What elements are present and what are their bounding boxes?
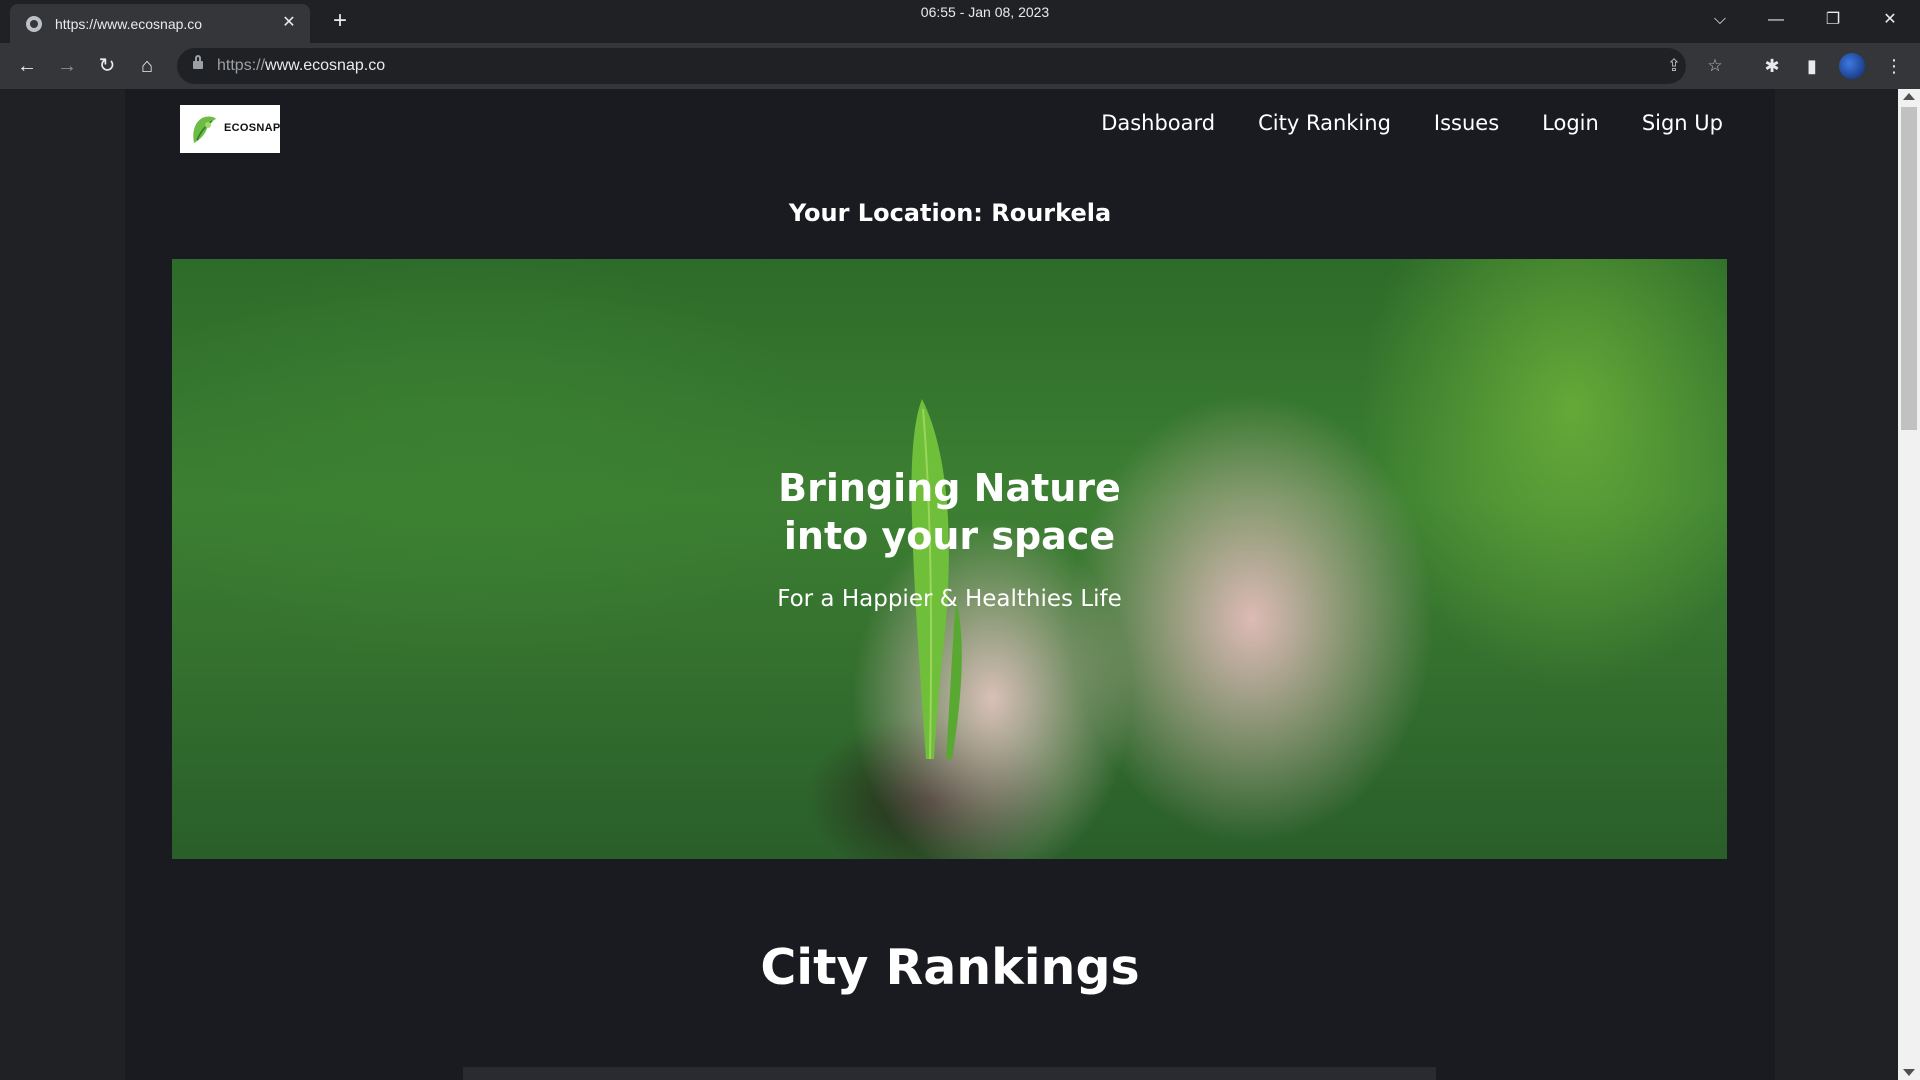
- extensions-icon[interactable]: ✱: [1758, 52, 1786, 80]
- url-text[interactable]: https://www.ecosnap.co: [217, 57, 385, 75]
- home-button[interactable]: ⌂: [131, 50, 163, 82]
- rankings-table-top: [463, 1067, 1436, 1080]
- user-location: Your Location: Rourkela: [788, 199, 1112, 227]
- nav-dashboard[interactable]: Dashboard: [1101, 111, 1215, 135]
- close-window-button[interactable]: ✕: [1870, 6, 1910, 34]
- minimize-button[interactable]: —: [1756, 6, 1796, 34]
- hero-subtitle: For a Happier & Healthies Life: [777, 586, 1122, 612]
- address-bar[interactable]: https://www.ecosnap.co ⇪ ☆: [177, 48, 1723, 84]
- nav-login[interactable]: Login: [1542, 111, 1599, 135]
- browser-tab-bar: https://www.ecosnap.co ✕ + 06:55 - Jan 0…: [0, 0, 1920, 43]
- restore-button[interactable]: ❐: [1813, 6, 1853, 34]
- seedling-image: [911, 399, 962, 759]
- lock-icon[interactable]: [193, 55, 203, 72]
- hero-title: Bringing Nature into your space: [778, 466, 1121, 558]
- page-scrollbar[interactable]: [1898, 89, 1920, 1080]
- scroll-down-arrow-icon[interactable]: [1903, 1069, 1915, 1076]
- page-viewport: ECOSNAP Dashboard City Ranking Issues Lo…: [0, 89, 1898, 1080]
- browser-toolbar: ← → ↻ ⌂ https://www.ecosnap.co ⇪ ☆ ✱ ▮ ⋮: [0, 43, 1920, 89]
- clock-overlay: 06:55 - Jan 08, 2023: [920, 4, 1050, 20]
- side-panel-icon[interactable]: ▮: [1798, 52, 1826, 80]
- city-rankings-heading: City Rankings: [760, 939, 1140, 996]
- main-nav: Dashboard City Ranking Issues Login Sign…: [1058, 111, 1723, 135]
- leaf-logo-icon: [193, 116, 216, 143]
- tab-search-icon[interactable]: ⌵: [1700, 6, 1740, 34]
- forward-button[interactable]: →: [51, 50, 83, 82]
- scroll-up-arrow-icon[interactable]: [1903, 93, 1915, 100]
- browser-menu-icon[interactable]: ⋮: [1880, 52, 1908, 80]
- logo-text: ECOSNAP: [224, 122, 281, 134]
- hero-banner: Bringing Nature into your space For a Ha…: [172, 259, 1727, 859]
- scroll-thumb[interactable]: [1901, 107, 1917, 430]
- share-icon[interactable]: ⇪: [1662, 54, 1686, 78]
- bookmark-star-icon[interactable]: ☆: [1703, 54, 1727, 78]
- site-logo[interactable]: ECOSNAP: [180, 105, 280, 153]
- back-button[interactable]: ←: [11, 50, 43, 82]
- page-container: ECOSNAP Dashboard City Ranking Issues Lo…: [125, 89, 1775, 1080]
- reload-button[interactable]: ↻: [91, 50, 123, 82]
- profile-avatar[interactable]: [1839, 53, 1865, 79]
- nav-signup[interactable]: Sign Up: [1642, 111, 1723, 135]
- nav-city-ranking[interactable]: City Ranking: [1258, 111, 1391, 135]
- nav-issues[interactable]: Issues: [1434, 111, 1499, 135]
